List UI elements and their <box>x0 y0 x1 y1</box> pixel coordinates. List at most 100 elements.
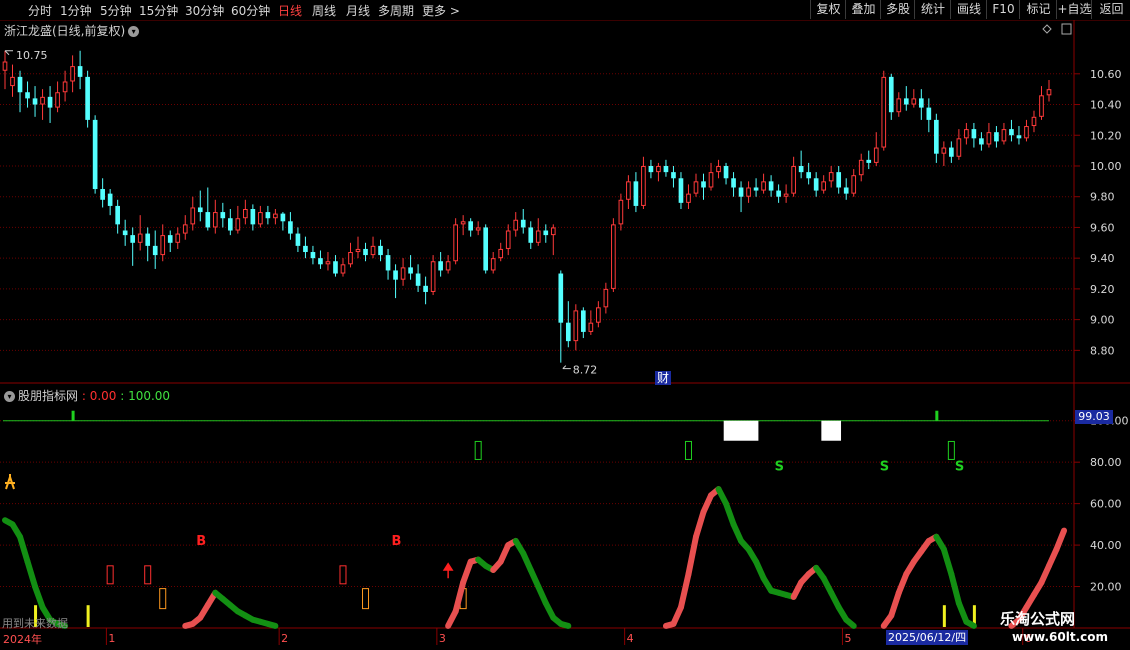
candle-body-up <box>490 258 496 271</box>
candle-body-down <box>776 190 781 197</box>
oscillator-segment <box>557 620 572 629</box>
candle-body-up <box>475 227 481 231</box>
oscillator-segment <box>895 571 910 596</box>
candle-body-up <box>40 96 45 105</box>
indicator-tick-label: 20.00 <box>1090 581 1122 594</box>
candle-body-up <box>791 165 796 194</box>
candle-body-up <box>588 322 594 332</box>
oscillator-segment <box>723 500 737 528</box>
candle-body-down <box>918 98 924 108</box>
candle-body-up <box>573 310 579 342</box>
oscillator-segment <box>685 533 699 578</box>
candle-body-down <box>723 165 729 179</box>
candle-body-up <box>611 224 616 289</box>
red-box-marker <box>339 565 347 585</box>
candle-body-down <box>265 212 271 219</box>
candle-body-down <box>25 92 30 99</box>
candle-body-down <box>866 159 872 163</box>
candle-body-up <box>348 252 353 265</box>
candle-body-down <box>303 245 308 253</box>
candle-body-up <box>175 233 181 243</box>
candle-body-up <box>693 181 699 194</box>
candle-body-down <box>385 255 391 271</box>
yellow-bar <box>942 605 946 627</box>
candle-body-up <box>370 245 376 256</box>
candle-body-up <box>243 209 248 219</box>
indicator-tick-label: 60.00 <box>1090 498 1122 511</box>
candle-body-down <box>949 147 954 157</box>
candle-body-down <box>250 209 256 225</box>
candle-body-down <box>678 178 684 203</box>
oscillator-segment <box>24 558 39 590</box>
candle-body-down <box>1016 135 1022 139</box>
candle-body-down <box>903 98 909 105</box>
candle-body-down <box>994 132 999 142</box>
runner-icon <box>5 474 15 490</box>
candle-body-up <box>550 227 556 236</box>
candle-body-down <box>979 138 984 145</box>
candle-body-down <box>971 129 977 139</box>
candle-body-down <box>100 189 105 200</box>
candle-body-down <box>1009 129 1014 136</box>
candle-body-down <box>663 165 669 173</box>
candle-body-up <box>160 235 166 256</box>
candle-body-down <box>318 258 323 265</box>
oscillator-segment <box>940 546 955 578</box>
chart-canvas[interactable]: 10.60 10.40 10.20 10.00 9.80 9.60 9.40 9.20 9.00… <box>0 0 1130 650</box>
panel-toggle-icon <box>1061 23 1072 35</box>
high-price-label: 10.75 <box>16 49 48 62</box>
month-label: 3 <box>439 632 446 645</box>
candle-body-up <box>355 248 361 253</box>
candle-body-down <box>843 187 849 194</box>
low-price-label: 8.72 <box>573 364 598 377</box>
candle-body-up <box>62 81 68 93</box>
red-box-marker <box>144 565 152 585</box>
candle-body-down <box>333 261 338 274</box>
candle-body-up <box>460 221 466 225</box>
candle-body-up <box>505 230 511 249</box>
candle-body-up <box>1001 129 1007 142</box>
candle-body-down <box>648 165 654 173</box>
candle-body-down <box>753 187 759 191</box>
candle-body-down <box>288 221 293 234</box>
candle-body-down <box>227 218 233 231</box>
candle-body-down <box>17 76 23 93</box>
candle-body-down <box>581 310 586 332</box>
candle-body-down <box>926 107 932 120</box>
candle-body-up <box>964 129 969 139</box>
price-tick-label: 10.00 <box>1090 160 1122 173</box>
oscillator-segment <box>843 616 857 629</box>
candle-body-up <box>716 165 721 173</box>
oscillator-segment <box>948 571 962 607</box>
candle-body-up <box>453 224 458 262</box>
candle-body-up <box>626 181 631 200</box>
candle-body-down <box>423 285 428 292</box>
candle-body-down <box>145 233 151 246</box>
candle-body-down <box>220 212 226 219</box>
candle-body-up <box>182 224 188 234</box>
finance-marker[interactable]: 财 <box>655 371 672 385</box>
candle-body-down <box>701 181 706 188</box>
indicator-tick-label: 40.00 <box>1090 539 1122 552</box>
green-box-marker <box>684 440 692 460</box>
candle-body-up <box>708 172 714 188</box>
sell-signal-label: S <box>880 459 889 474</box>
candle-body-up <box>70 66 75 82</box>
candle-body-up <box>1039 95 1044 117</box>
candle-body-up <box>956 138 962 157</box>
candle-body-down <box>558 273 564 323</box>
candle-body-up <box>596 307 601 323</box>
month-label: 5 <box>844 632 851 645</box>
candle-body-down <box>205 212 211 228</box>
oscillator-segment <box>677 571 692 611</box>
candle-body-up <box>851 175 857 194</box>
candle-body-up <box>325 261 331 265</box>
orange-box-marker <box>159 588 167 610</box>
candle-body-down <box>408 267 413 274</box>
candle-body-up <box>212 212 218 228</box>
candle-body-down <box>115 205 120 225</box>
candle-body-down <box>671 172 676 179</box>
yellow-bar <box>86 605 90 627</box>
candle-body-down <box>934 119 939 154</box>
price-tick-label: 8.80 <box>1090 344 1115 357</box>
